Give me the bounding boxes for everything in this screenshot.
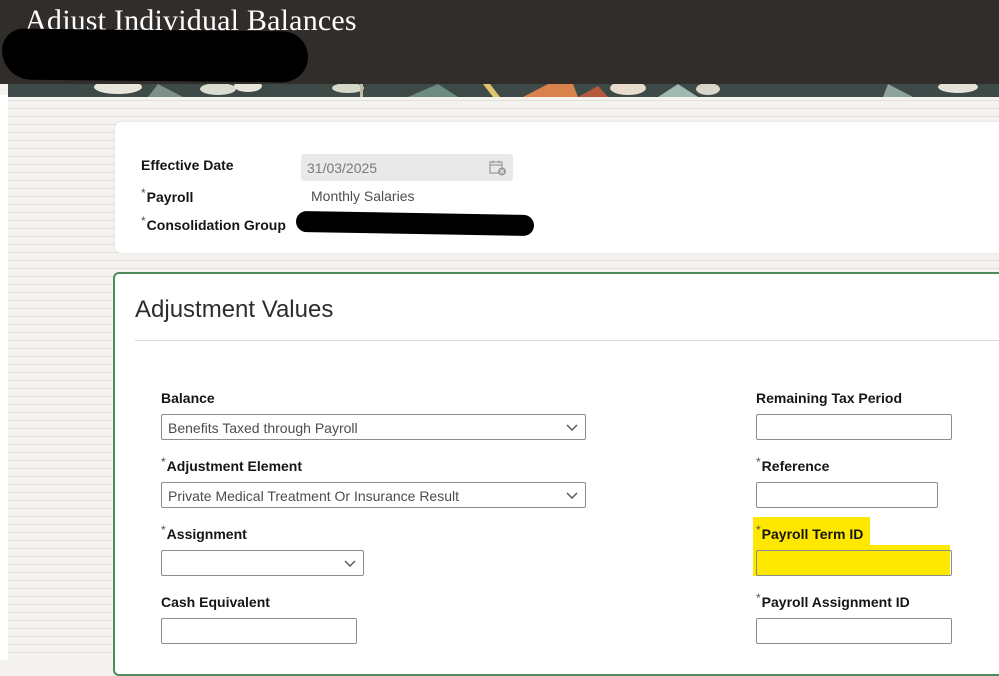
payroll-term-id-input[interactable]	[756, 550, 952, 576]
required-indicator: *	[161, 523, 166, 537]
required-indicator: *	[141, 214, 146, 228]
payroll-term-id-label: *Payroll Term ID	[756, 523, 864, 542]
section-title: Adjustment Values	[135, 296, 334, 323]
balance-label: Balance	[161, 390, 215, 406]
assignment-select[interactable]	[161, 550, 364, 576]
chevron-down-icon[interactable]	[566, 422, 578, 432]
assignment-label: *Assignment	[161, 523, 247, 542]
remaining-tax-period-input[interactable]	[756, 414, 952, 440]
required-indicator: *	[756, 523, 761, 537]
remaining-tax-period-label: Remaining Tax Period	[756, 390, 902, 406]
effective-date-field: 31/03/2025	[301, 154, 513, 181]
header-banner-illustration	[8, 84, 999, 97]
effective-date-value: 31/03/2025	[307, 160, 378, 176]
balance-select[interactable]: Benefits Taxed through Payroll	[161, 414, 586, 440]
redaction-mark	[295, 210, 535, 237]
required-indicator: *	[756, 591, 761, 605]
adjustment-element-label: *Adjustment Element	[161, 455, 303, 474]
cash-equivalent-input[interactable]	[161, 618, 357, 644]
required-indicator: *	[161, 455, 166, 469]
balance-header-card	[115, 122, 999, 253]
redaction-mark	[1, 28, 309, 83]
required-indicator: *	[756, 455, 761, 469]
required-indicator: *	[141, 186, 146, 200]
payroll-value: Monthly Salaries	[311, 188, 415, 204]
chevron-down-icon[interactable]	[344, 558, 356, 568]
adjustment-element-select[interactable]: Private Medical Treatment Or Insurance R…	[161, 482, 586, 508]
payroll-label: *Payroll	[141, 186, 194, 205]
payroll-assignment-id-input[interactable]	[756, 618, 952, 644]
adjustment-element-value: Private Medical Treatment Or Insurance R…	[168, 488, 460, 504]
payroll-assignment-id-label: *Payroll Assignment ID	[756, 591, 910, 610]
chevron-down-icon[interactable]	[566, 490, 578, 500]
cash-equivalent-label: Cash Equivalent	[161, 594, 270, 610]
calendar-icon	[489, 160, 506, 176]
section-divider	[135, 340, 999, 341]
reference-label: *Reference	[756, 455, 830, 474]
consolidation-group-label: *Consolidation Group	[141, 214, 286, 233]
reference-input[interactable]	[756, 482, 938, 508]
effective-date-label: Effective Date	[141, 157, 234, 173]
adjustment-values-panel	[113, 272, 999, 676]
balance-value: Benefits Taxed through Payroll	[168, 420, 358, 436]
left-edge	[0, 95, 8, 660]
